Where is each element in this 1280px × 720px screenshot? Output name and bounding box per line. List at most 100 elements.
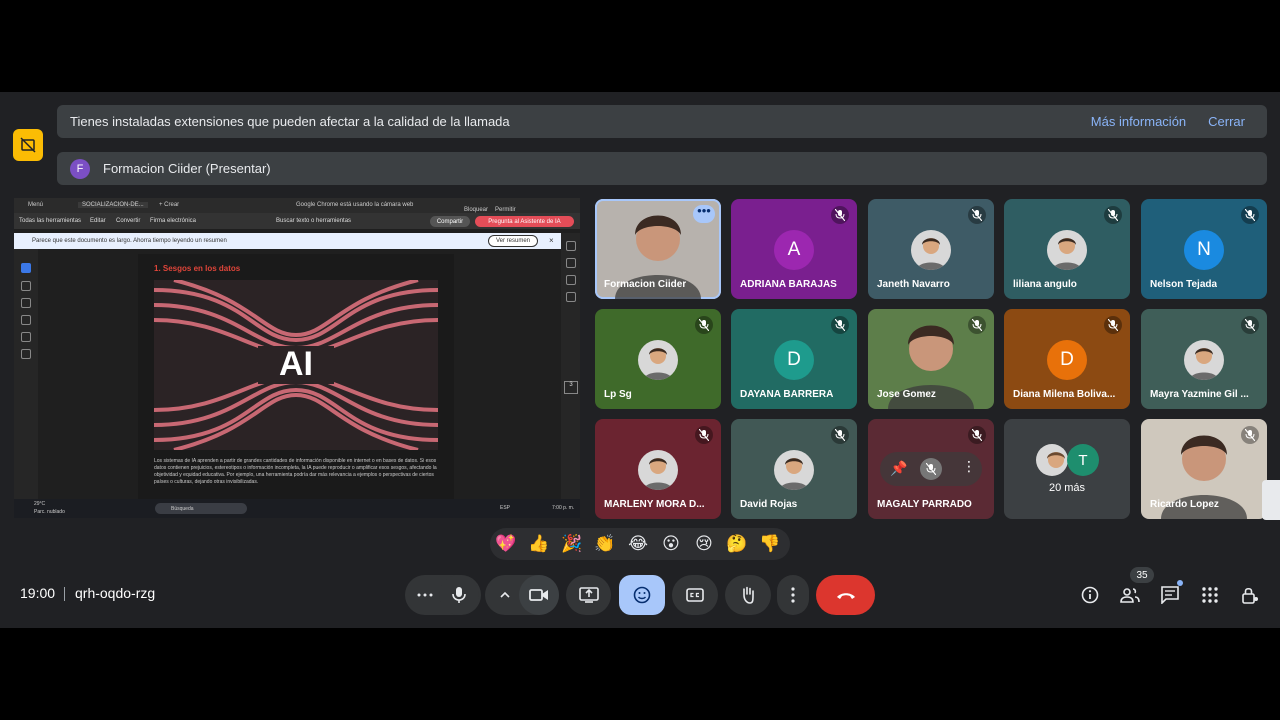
reaction-cry[interactable]: 😢 [692, 532, 716, 556]
mic-off-icon [1241, 316, 1259, 334]
participant-avatar: T [1067, 444, 1099, 476]
participant-tile[interactable]: David Rojas [731, 419, 857, 519]
tile-options-button[interactable]: ••• [693, 204, 715, 223]
no-video-warning-button[interactable] [13, 129, 43, 161]
reaction-laugh[interactable]: 😂 [626, 532, 650, 556]
extensions-banner-text: Tienes instaladas extensiones que pueden… [70, 114, 510, 129]
people-icon [1120, 588, 1140, 603]
mic-off-icon [1104, 316, 1122, 334]
activities-button[interactable] [1197, 582, 1223, 608]
ai-illustration: AI [154, 280, 438, 450]
text-icon [21, 332, 31, 342]
meeting-time: 19:00 [20, 585, 56, 601]
participant-photo [911, 230, 951, 270]
mic-off-icon [831, 316, 849, 334]
camera-off-icon [20, 137, 36, 153]
present-screen-button[interactable] [566, 575, 611, 615]
camera-notice: Google Chrome está usando la cámara web [296, 202, 414, 208]
mic-off-icon [968, 316, 986, 334]
more-options-button[interactable] [777, 575, 809, 615]
more-vertical-icon[interactable]: ⋮ [962, 458, 976, 475]
side-panel-handle[interactable] [1262, 480, 1280, 520]
reaction-surprised[interactable]: 😮 [659, 532, 683, 556]
participant-tile[interactable]: MARLENY MORA D... [595, 419, 721, 519]
shared-screen: Menú SOCIALIZACION-DE... + Crear Google … [14, 198, 580, 518]
pen-icon [21, 298, 31, 308]
new-tab-label: + Crear [159, 202, 180, 208]
participant-tile[interactable]: Janeth Navarro [868, 199, 994, 299]
participant-tile[interactable]: Ricardo Lopez [1141, 419, 1267, 519]
reaction-thumbs-up[interactable]: 👍 [527, 532, 551, 556]
participant-name: MARLENY MORA D... [604, 499, 705, 510]
participant-tile[interactable]: 📌 ⋮ MAGALY PARRADO [868, 419, 994, 519]
video-options-button[interactable] [492, 582, 518, 608]
chat-unread-dot [1177, 580, 1183, 586]
more-info-link[interactable]: Más información [1091, 114, 1186, 129]
participant-tile[interactable]: T 20 más [1004, 419, 1130, 519]
participant-photo [1036, 444, 1068, 476]
mic-off-icon [1241, 426, 1259, 444]
windows-taskbar: 29°C Parc. nublado Búsqueda ESP 7:00 p. … [14, 499, 580, 518]
toolbar-item: Todas las herramientas [19, 218, 82, 224]
participant-name: David Rojas [740, 499, 798, 510]
cursor-icon [21, 263, 31, 273]
people-button[interactable] [1117, 582, 1143, 608]
camera-button[interactable] [519, 575, 559, 615]
rail-icon [566, 258, 576, 268]
participant-tile[interactable]: D Diana Milena Boliva... [1004, 309, 1130, 409]
mic-off-icon [968, 426, 986, 444]
participant-tile[interactable]: Lp Sg [595, 309, 721, 409]
mic-off-icon [1241, 206, 1259, 224]
chevron-up-icon [500, 591, 510, 598]
reaction-party[interactable]: 🎉 [560, 532, 584, 556]
more-vertical-icon [791, 587, 795, 603]
mute-participant-icon[interactable] [920, 458, 942, 480]
toolbar-item: Editar [90, 218, 106, 224]
reaction-heart[interactable]: 💖 [494, 532, 518, 556]
participant-photo [1047, 230, 1087, 270]
pin-icon[interactable]: 📌 [890, 460, 907, 477]
rail-icon [566, 275, 576, 285]
participant-tile[interactable]: liliana angulo [1004, 199, 1130, 299]
participant-tile[interactable]: A ADRIANA BARAJAS [731, 199, 857, 299]
presenter-banner[interactable]: F Formacion Ciider (Presentar) [57, 152, 1267, 185]
reaction-clap[interactable]: 👏 [593, 532, 617, 556]
participant-tile[interactable]: ••• Formacion Ciider [595, 199, 721, 299]
participant-name: Janeth Navarro [877, 279, 950, 290]
mic-off-icon [1104, 206, 1122, 224]
close-banner-link[interactable]: Cerrar [1208, 114, 1245, 129]
doc-paragraph: Los sistemas de IA aprenden a partir de … [154, 458, 437, 485]
leave-call-button[interactable] [816, 575, 875, 615]
meeting-info-button[interactable] [1077, 582, 1103, 608]
reactions-button[interactable] [619, 575, 665, 615]
page-number: 3 [564, 381, 578, 394]
participant-name: Ricardo Lopez [1150, 499, 1219, 510]
raise-hand-button[interactable] [725, 575, 771, 615]
tile-hover-controls: 📌 ⋮ [880, 452, 982, 486]
lock-person-icon [1242, 587, 1258, 604]
rail-icon [566, 292, 576, 302]
doc-heading: 1. Sesgos en los datos [154, 264, 241, 273]
participant-photo [774, 450, 814, 490]
ask-ai-button: Pregunta al Asistente de IA [475, 216, 574, 227]
audio-options-button[interactable] [412, 582, 438, 608]
chat-icon [1161, 586, 1179, 604]
participant-tile[interactable]: N Nelson Tejada [1141, 199, 1267, 299]
host-controls-button[interactable] [1237, 582, 1263, 608]
close-icon: × [549, 236, 554, 245]
participant-name: Lp Sg [604, 389, 632, 400]
participant-tile[interactable]: Mayra Yazmine Gil ... [1141, 309, 1267, 409]
microphone-button[interactable] [439, 575, 479, 615]
participant-tile[interactable]: Jose Gomez [868, 309, 994, 409]
document-page: 1. Sesgos en los datos AI Los sistemas d… [138, 254, 454, 499]
participant-tile[interactable]: D DAYANA BARRERA [731, 309, 857, 409]
mic-off-icon [695, 316, 713, 334]
reaction-thinking[interactable]: 🤔 [725, 532, 749, 556]
participant-name: DAYANA BARRERA [740, 389, 834, 400]
taskbar-clock: 7:00 p. m. [552, 505, 575, 511]
captions-button[interactable] [672, 575, 718, 615]
more-participants-label[interactable]: 20 más [1004, 482, 1130, 494]
chat-button[interactable] [1157, 580, 1183, 608]
apps-grid-icon [1202, 587, 1218, 603]
reaction-thumbs-down[interactable]: 👎 [758, 532, 782, 556]
